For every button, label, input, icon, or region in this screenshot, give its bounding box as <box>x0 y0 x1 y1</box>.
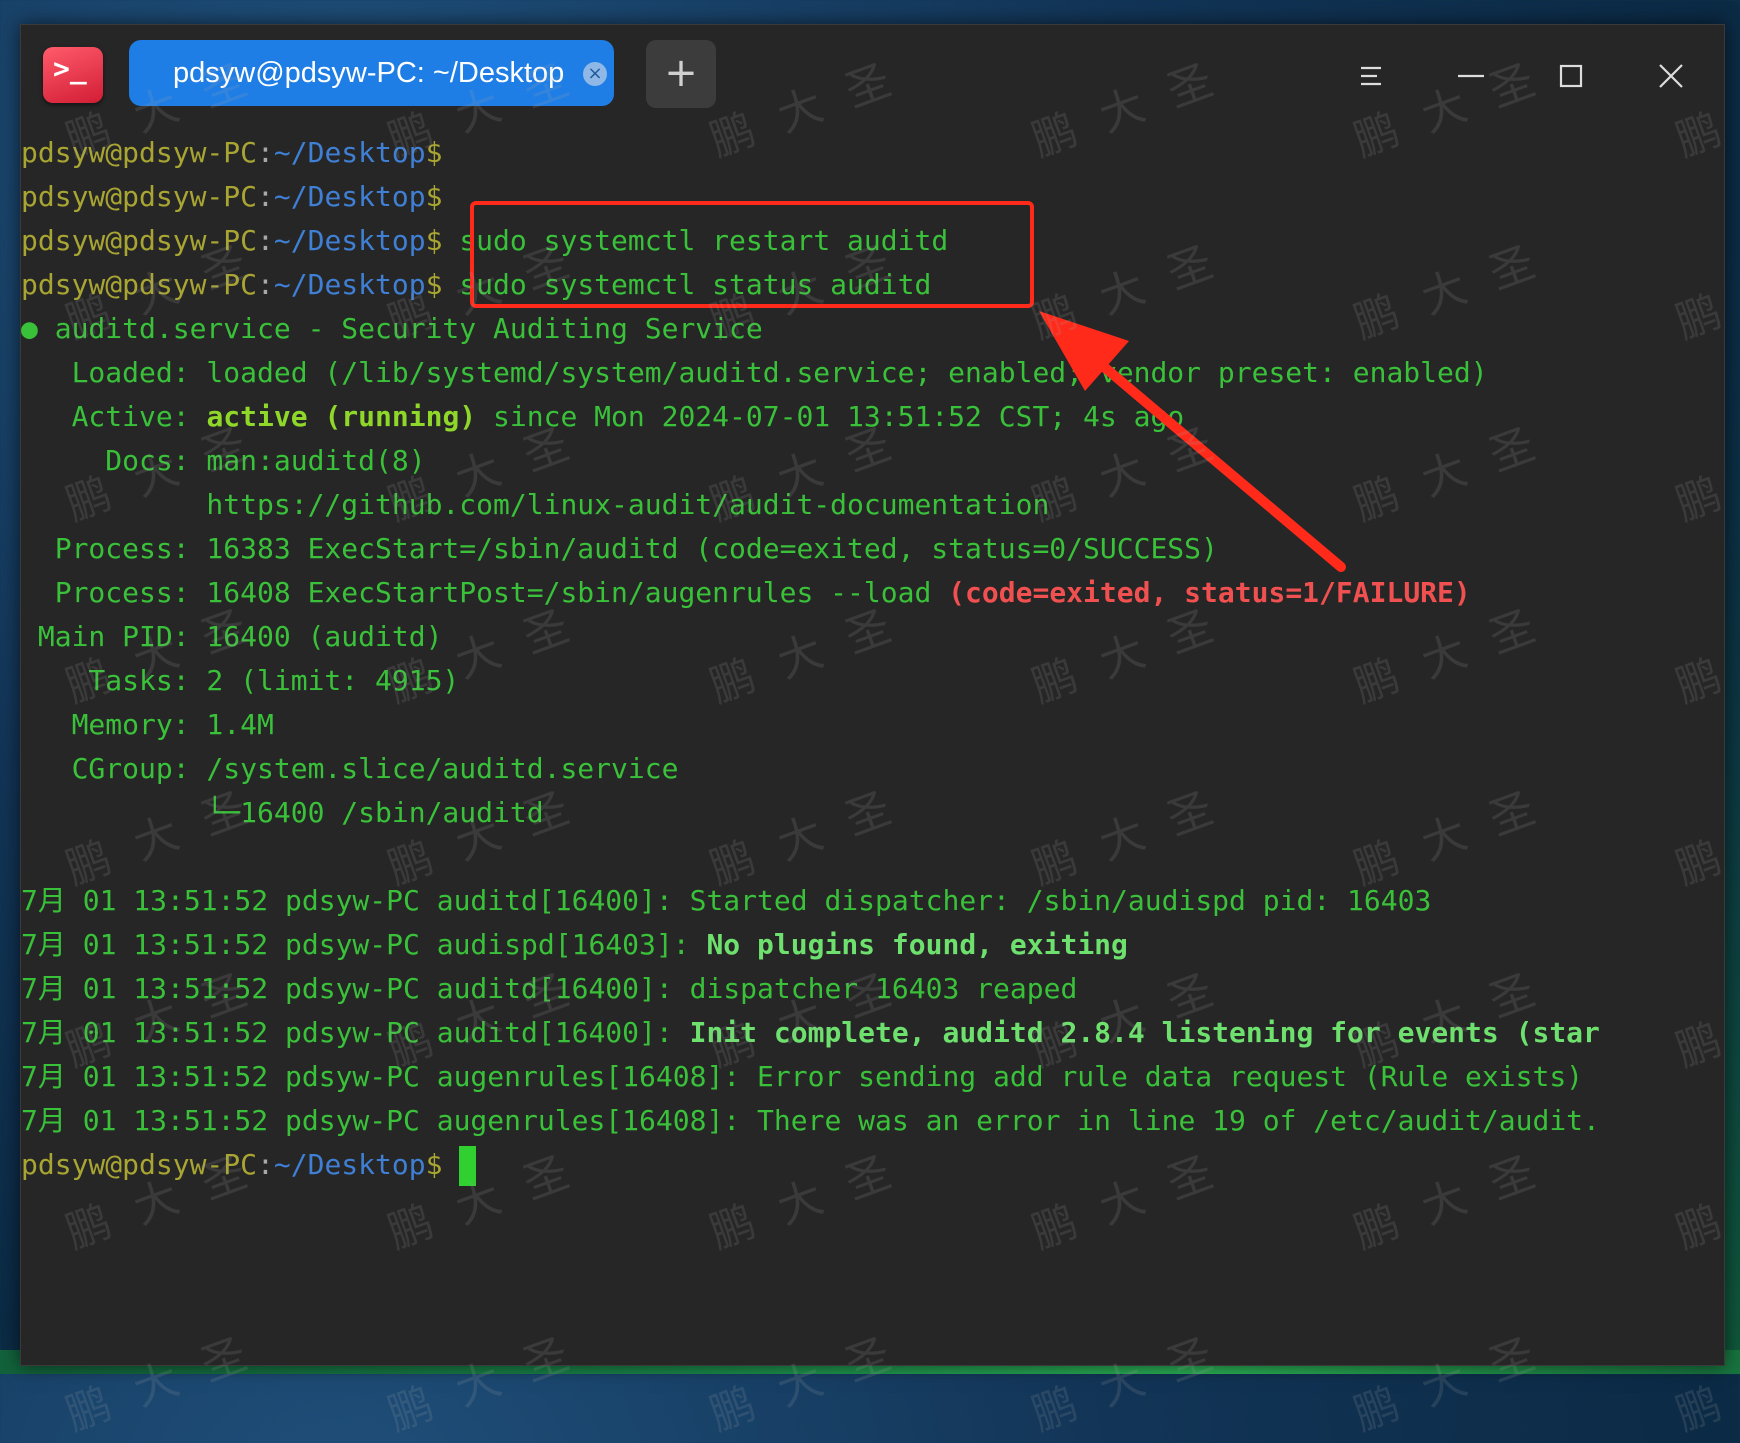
log-message: No plugins found, exiting <box>706 928 1128 961</box>
prompt-path: ~/Desktop <box>273 268 426 301</box>
log-line: 7月 01 13:51:52 pdsyw-PC auditd[16400]: d… <box>21 967 1724 1011</box>
status-tasks: Tasks: 2 (limit: 4915) <box>21 664 460 697</box>
annotation-arrow <box>1039 311 1346 572</box>
status-main-pid: Main PID: 16400 (auditd) <box>21 620 443 653</box>
minimize-icon[interactable] <box>1456 61 1486 91</box>
maximize-icon[interactable] <box>1556 61 1586 91</box>
prompt-path: ~/Desktop <box>273 1148 426 1181</box>
prompt-dollar: $ <box>425 1148 443 1181</box>
status-process-execstartpost: Process: 16408 ExecStartPost=/sbin/augen… <box>21 571 1724 615</box>
prompt-line-current[interactable]: pdsyw@pdsyw-PC:~/Desktop$ <box>21 1143 1724 1187</box>
status-memory: Memory: 1.4M <box>21 708 274 741</box>
prompt-user: pdsyw@pdsyw-PC <box>21 268 258 301</box>
log-line: 7月 01 13:51:52 pdsyw-PC audispd[16403]: … <box>21 923 1724 967</box>
text-cursor <box>459 1146 477 1186</box>
log-line: 7月 01 13:51:52 pdsyw-PC auditd[16400]: S… <box>21 879 1724 923</box>
log-line: 7月 01 13:51:52 pdsyw-PC auditd[16400]: I… <box>21 1011 1724 1055</box>
prompt-colon: : <box>257 224 274 257</box>
annotation-highlight-box <box>470 201 1034 308</box>
prompt-dollar: $ <box>425 224 443 257</box>
tab-title: pdsyw@pdsyw-PC: ~/Desktop <box>173 57 565 89</box>
log-prefix: 7月 01 13:51:52 pdsyw-PC auditd[16400]: <box>21 884 690 917</box>
prompt-user: pdsyw@pdsyw-PC <box>21 180 258 213</box>
log-prefix: 7月 01 13:51:52 pdsyw-PC audispd[16403]: <box>21 928 707 961</box>
log-message: dispatcher 16403 reaped <box>689 972 1078 1005</box>
prompt-colon: : <box>257 136 274 169</box>
prompt-path: ~/Desktop <box>273 180 426 213</box>
title-bar: >_ pdsyw@pdsyw-PC: ~/Desktop × + <box>21 25 1724 131</box>
log-prefix: 7月 01 13:51:52 pdsyw-PC augenrules[16408… <box>21 1104 758 1137</box>
prompt-dollar: $ <box>425 136 443 169</box>
prompt-colon: : <box>257 1148 274 1181</box>
prompt-line: pdsyw@pdsyw-PC:~/Desktop$ <box>21 131 1724 175</box>
prompt-path: ~/Desktop <box>273 224 426 257</box>
prompt-colon: : <box>257 180 274 213</box>
terminal-window: >_ pdsyw@pdsyw-PC: ~/Desktop × + pdsyw@p… <box>20 24 1725 1366</box>
terminal-app-icon[interactable]: >_ <box>43 47 103 103</box>
status-docs-url[interactable]: https://github.com/linux-audit/audit-doc… <box>21 483 1724 527</box>
new-tab-button[interactable]: + <box>646 40 716 108</box>
terminal-app-icon-glyph: >_ <box>53 52 87 85</box>
log-prefix: 7月 01 13:51:52 pdsyw-PC auditd[16400]: <box>21 972 690 1005</box>
log-message: Error sending add rule data request (Rul… <box>757 1060 1584 1093</box>
close-icon[interactable] <box>1656 61 1686 91</box>
tab-desktop[interactable]: pdsyw@pdsyw-PC: ~/Desktop × <box>129 40 614 106</box>
prompt-path: ~/Desktop <box>273 136 426 169</box>
prompt-colon: : <box>257 268 274 301</box>
status-cgroup-child: └─16400 /sbin/auditd <box>21 796 544 829</box>
prompt-user: pdsyw@pdsyw-PC <box>21 136 258 169</box>
log-message: Started dispatcher: /sbin/audispd pid: 1… <box>689 884 1432 917</box>
status-active-label: Active: <box>21 400 207 433</box>
status-docs: Docs: man:auditd(8) <box>21 444 426 477</box>
prompt-dollar: $ <box>425 180 443 213</box>
status-header: ● auditd.service - Security Auditing Ser… <box>21 312 763 345</box>
prompt-dollar: $ <box>425 268 443 301</box>
log-prefix: 7月 01 13:51:52 pdsyw-PC augenrules[16408… <box>21 1060 758 1093</box>
status-active-state: active (running) <box>206 400 477 433</box>
prompt-user: pdsyw@pdsyw-PC <box>21 224 258 257</box>
prompt-user: pdsyw@pdsyw-PC <box>21 1148 258 1181</box>
menu-icon[interactable] <box>1356 61 1386 91</box>
tab-close-icon[interactable]: × <box>583 62 607 86</box>
status-cgroup: CGroup: /system.slice/auditd.service <box>21 752 679 785</box>
log-line: 7月 01 13:51:52 pdsyw-PC augenrules[16408… <box>21 1099 1724 1143</box>
log-line: 7月 01 13:51:52 pdsyw-PC augenrules[16408… <box>21 1055 1724 1099</box>
log-message: Init complete, auditd 2.8.4 listening fo… <box>689 1016 1600 1049</box>
process-execstartpost-text: Process: 16408 ExecStartPost=/sbin/augen… <box>21 576 949 609</box>
status-active: Active: active (running) since Mon 2024-… <box>21 395 1724 439</box>
log-prefix: 7月 01 13:51:52 pdsyw-PC auditd[16400]: <box>21 1016 690 1049</box>
log-message: There was an error in line 19 of /etc/au… <box>757 1104 1600 1137</box>
status-loaded: Loaded: loaded (/lib/systemd/system/audi… <box>21 356 1488 389</box>
status-process-execstart: Process: 16383 ExecStart=/sbin/auditd (c… <box>21 532 1218 565</box>
